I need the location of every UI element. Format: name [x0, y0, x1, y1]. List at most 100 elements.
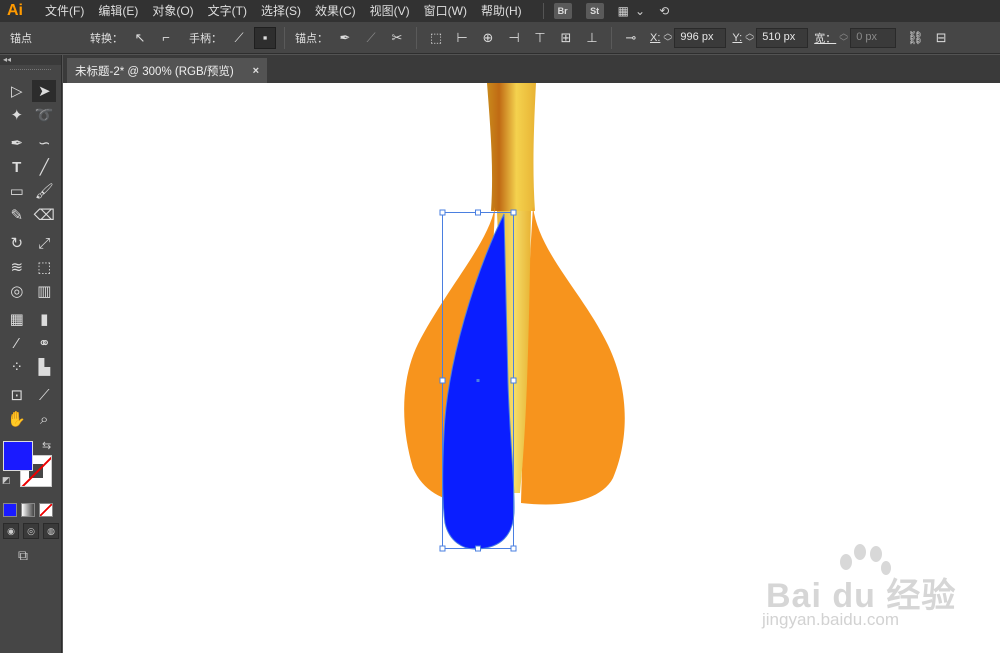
align-top-icon[interactable]: ⊤ [529, 27, 551, 49]
draw-mode-row: ◉ ◎ ◍ [0, 523, 61, 539]
baidu-watermark: Bai du 经验 jingyan.baidu.com [700, 540, 960, 640]
direct-selection-tool-icon[interactable]: ➤ [32, 80, 57, 102]
control-bar: 锚点 转换： ↖ ⌐ 手柄： ⟋ ▪ 锚点： ✒ ⟋ ✂ ⬚ ⊢ ⊕ ⊣ ⊤ ⊞… [0, 22, 1000, 54]
shape-builder-tool-icon[interactable]: ◎ [5, 280, 29, 302]
y-field[interactable]: 510 px [756, 27, 809, 48]
align-left-icon[interactable]: ⊢ [451, 27, 473, 49]
hand-tool-icon[interactable]: ✋ [5, 408, 29, 430]
lasso-tool-icon[interactable]: ➰ [32, 104, 56, 126]
anchor-point-label: 锚点 [10, 32, 32, 45]
scale-tool-icon[interactable]: ⤢ [32, 232, 56, 254]
draw-behind-icon[interactable]: ◎ [23, 523, 39, 539]
menu-effect[interactable]: 效果(C) [308, 0, 363, 22]
y-label: Y: [732, 31, 743, 44]
watermark-url: jingyan.baidu.com [762, 610, 900, 629]
hide-handles-icon[interactable]: ▪ [254, 26, 276, 49]
swap-fill-stroke-icon[interactable]: ⇆ [42, 439, 51, 452]
link-dimensions-icon[interactable]: ⛓ [904, 27, 926, 49]
eraser-tool-icon[interactable]: ⌫ [32, 204, 56, 226]
control-separator [611, 26, 612, 49]
menu-separator [542, 3, 544, 19]
mesh-tool-icon[interactable]: ▦ [5, 308, 29, 330]
pencil-tool-icon[interactable]: ✎ [5, 204, 29, 226]
draw-normal-icon[interactable]: ◉ [3, 523, 19, 539]
menu-select[interactable]: 选择(S) [254, 0, 308, 22]
overflow-panel-icon[interactable]: ⊟ [930, 27, 952, 49]
menu-file[interactable]: 文件(F) [38, 0, 91, 22]
menu-type[interactable]: 文字(T) [201, 0, 254, 22]
paintbrush-tool-icon[interactable]: 🖌 [32, 180, 56, 202]
gradient-tool-icon[interactable]: ▮ [32, 308, 56, 330]
slice-tool-icon[interactable]: ⟋ [32, 384, 56, 406]
x-label: X: [650, 31, 661, 44]
draw-inside-icon[interactable]: ◍ [43, 523, 59, 539]
width-field[interactable]: 0 px [850, 27, 897, 48]
blend-tool-icon[interactable]: ⚭ [32, 332, 56, 354]
artboard-tool-icon[interactable]: ⊡ [5, 384, 29, 406]
symbol-sprayer-tool-icon[interactable]: ⁘ [5, 356, 29, 378]
convert-to-smooth-icon[interactable]: ⌐ [155, 27, 177, 49]
menu-window[interactable]: 窗口(W) [417, 0, 474, 22]
chevron-down-icon[interactable]: ⌄ [635, 4, 645, 18]
magic-wand-tool-icon[interactable]: ✦ [5, 104, 29, 126]
align-to-icon[interactable]: ⬚ [425, 27, 447, 49]
align-center-icon[interactable]: ⊕ [477, 27, 499, 49]
document-tab-title: 未标题-2* @ 300% (RGB/预览) [75, 65, 234, 78]
zoom-tool-icon[interactable]: ⌕ [32, 408, 56, 430]
document-tab[interactable]: 未标题-2* @ 300% (RGB/预览) × [67, 58, 267, 83]
stock-button[interactable]: St [585, 3, 604, 19]
curvature-tool-icon[interactable]: ∽ [32, 132, 56, 154]
convert-to-corner-icon[interactable]: ↖ [129, 27, 151, 49]
handles-label: 手柄： [189, 32, 222, 45]
reference-point-icon[interactable]: ⊸ [620, 27, 642, 49]
panel-grip[interactable] [10, 69, 51, 75]
dart-right-fin[interactable] [521, 207, 625, 505]
selection-tool-icon[interactable]: ▷ [5, 80, 29, 102]
illustrator-window: Ai 文件(F) 编辑(E) 对象(O) 文字(T) 选择(S) 效果(C) 视… [0, 0, 1000, 653]
dart-shaft[interactable] [487, 83, 536, 211]
fill-swatch[interactable] [3, 441, 33, 471]
align-right-icon[interactable]: ⊣ [503, 27, 525, 49]
align-bottom-icon[interactable]: ⊥ [581, 27, 603, 49]
warp-tool-icon[interactable]: ≋ [5, 256, 29, 278]
perspective-grid-tool-icon[interactable]: ▥ [32, 280, 56, 302]
gradient-mode-icon[interactable] [21, 503, 35, 517]
app-logo: Ai [7, 2, 23, 19]
connect-anchors-icon[interactable]: ⟋ [360, 27, 382, 49]
y-stepper-icon[interactable]: ︿ ﹀ [745, 28, 754, 47]
x-field[interactable]: 996 px [674, 27, 727, 48]
close-tab-icon[interactable]: × [253, 65, 259, 77]
workspace-switcher-icon[interactable]: ▦ [618, 4, 629, 18]
show-handles-icon[interactable]: ⟋ [228, 27, 250, 49]
rectangle-tool-icon[interactable]: ▭ [5, 180, 29, 202]
width-stepper-icon[interactable]: ︿ ﹀ [839, 28, 848, 47]
screen-mode-icon[interactable]: ⧉ [18, 547, 61, 564]
column-graph-tool-icon[interactable]: ▙ [32, 356, 56, 378]
menu-view[interactable]: 视图(V) [363, 0, 417, 22]
menu-edit[interactable]: 编辑(E) [91, 0, 145, 22]
none-mode-icon[interactable] [39, 503, 53, 517]
eyedropper-tool-icon[interactable]: ⁄ [5, 332, 29, 354]
free-transform-tool-icon[interactable]: ⬚ [32, 256, 56, 278]
selection-center-point [476, 379, 480, 382]
width-label: 宽： [814, 32, 837, 45]
color-mode-icon[interactable] [3, 503, 17, 517]
control-separator [416, 26, 417, 49]
menu-bar: Ai 文件(F) 编辑(E) 对象(O) 文字(T) 选择(S) 效果(C) 视… [0, 0, 1000, 22]
default-fill-stroke-icon[interactable]: ◩ [2, 475, 11, 486]
bridge-button[interactable]: Br [553, 3, 572, 19]
line-tool-icon[interactable]: ╱ [32, 156, 56, 178]
menu-help[interactable]: 帮助(H) [474, 0, 529, 22]
pen-tool-icon[interactable]: ✒ [5, 132, 29, 154]
align-middle-icon[interactable]: ⊞ [555, 27, 577, 49]
collapse-panel-icon[interactable]: ◂◂ [0, 55, 61, 65]
x-stepper-icon[interactable]: ︿ ﹀ [663, 28, 672, 47]
remove-anchor-icon[interactable]: ✒ [334, 27, 356, 49]
cut-path-icon[interactable]: ✂ [386, 27, 408, 49]
sync-icon[interactable]: ⟲ [659, 4, 669, 18]
rotate-tool-icon[interactable]: ↻ [5, 232, 29, 254]
menu-object[interactable]: 对象(O) [145, 0, 200, 22]
document-tab-bar: 未标题-2* @ 300% (RGB/预览) × [63, 55, 1000, 83]
convert-label: 转换： [90, 32, 123, 45]
type-tool-icon[interactable]: T [5, 156, 29, 178]
